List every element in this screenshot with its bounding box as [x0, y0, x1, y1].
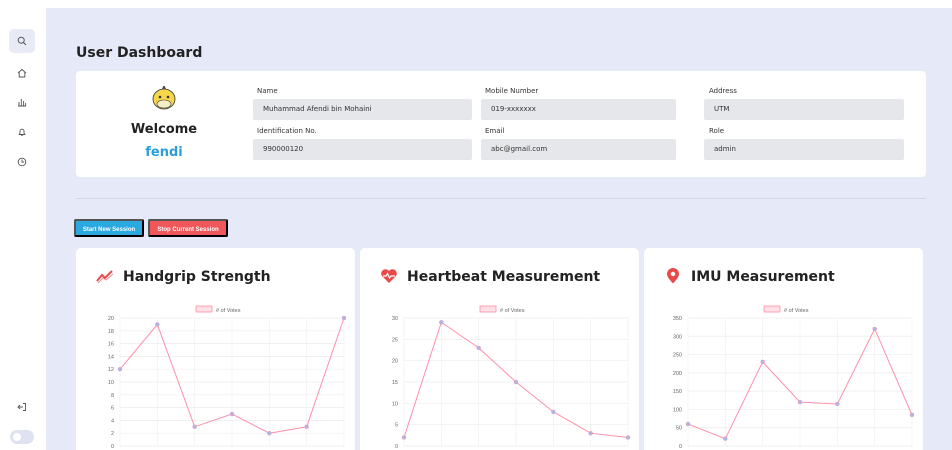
name-label: Name — [257, 87, 278, 95]
clock-icon[interactable] — [9, 150, 35, 174]
data-point — [155, 322, 160, 327]
name-field: Muhammad Afendi bin Mohaini — [253, 99, 472, 120]
stop-session-button[interactable]: Stop Current Session — [148, 219, 228, 237]
legend-label: # of Votes — [500, 308, 525, 314]
data-point — [192, 424, 197, 430]
data-point — [909, 412, 915, 418]
legend-swatch — [763, 305, 781, 313]
divider — [76, 198, 926, 199]
mobile-label: Mobile Number — [485, 87, 539, 95]
y-tick-label: 15 — [392, 380, 398, 386]
legend-label: # of Votes — [784, 308, 809, 314]
y-tick-label: 16 — [108, 342, 114, 348]
y-tick-label: 12 — [108, 367, 114, 373]
address-label: Address — [709, 87, 737, 95]
y-tick-label: 6 — [111, 406, 114, 412]
data-point — [723, 436, 728, 441]
heartbeat-chart: # of Votes051015202530MondayTuesdayWedne… — [392, 305, 631, 450]
bar-chart-icon[interactable] — [9, 90, 35, 114]
identification-label: Identification No. — [257, 127, 317, 135]
y-tick-label: 0 — [395, 444, 398, 450]
theme-toggle[interactable] — [10, 430, 34, 444]
handgrip-chart-card: Handgrip Strength # of Votes 0 2 4 6 8 10 12 14 1… — [76, 248, 355, 450]
role-field: admin — [704, 139, 904, 160]
y-tick-label: 20 — [108, 316, 114, 322]
y-tick-label: 350 — [673, 316, 682, 322]
legend-label: # of Votes — [216, 308, 241, 314]
email-label: Email — [485, 127, 505, 135]
sidebar — [0, 0, 46, 450]
logout-icon[interactable] — [9, 395, 35, 419]
mobile-field: 019-xxxxxxx — [481, 99, 676, 120]
y-tick-label: 200 — [673, 371, 682, 377]
page-title: User Dashboard — [76, 45, 203, 61]
search-icon[interactable] — [9, 29, 35, 53]
avatar — [150, 84, 178, 112]
y-tick-label: 18 — [108, 329, 114, 335]
y-tick-label: 4 — [111, 418, 114, 424]
y-tick-label: 10 — [392, 401, 398, 407]
address-field: UTM — [704, 99, 904, 120]
data-point — [551, 409, 556, 415]
data-point — [341, 315, 347, 321]
heartbeat-chart-card: Heartbeat Measurement # of Votes 0 5 10 15 20… — [360, 248, 639, 450]
legend-swatch — [479, 305, 497, 313]
data-point — [872, 326, 877, 332]
username: fendi — [145, 145, 183, 160]
y-tick-label: 25 — [392, 337, 398, 343]
profile-card: Welcome fendi Name Muhammad Afendi bin M… — [76, 71, 926, 177]
data-point — [304, 424, 309, 430]
y-tick-label: 30 — [392, 316, 398, 322]
data-point — [625, 435, 631, 440]
handgrip-chart: # of Votes02468101214161820MondayTuesday… — [108, 305, 347, 450]
y-tick-label: 14 — [108, 354, 114, 360]
home-icon[interactable] — [9, 61, 35, 85]
role-label: Role — [709, 127, 725, 135]
welcome-text: Welcome — [130, 122, 198, 137]
data-point — [267, 430, 272, 436]
y-tick-label: 0 — [111, 444, 114, 450]
data-point — [588, 430, 593, 436]
y-tick-label: 50 — [676, 426, 682, 432]
data-point — [797, 399, 803, 405]
data-point — [439, 320, 444, 325]
identification-field: 990000120 — [253, 139, 472, 160]
legend-swatch — [195, 305, 213, 313]
y-tick-label: 20 — [392, 359, 398, 365]
y-tick-label: 5 — [395, 423, 398, 429]
data-point — [685, 421, 691, 427]
main-content: User Dashboard Welcome fendi Name Muhamm… — [46, 8, 952, 450]
y-tick-label: 0 — [679, 444, 682, 450]
y-tick-label: 300 — [673, 334, 682, 340]
data-point — [835, 401, 840, 407]
imu-chart: # of Votes050100150200250300350MondayTue… — [673, 305, 915, 450]
y-tick-label: 8 — [111, 393, 114, 399]
email-field: abc@gmail.com — [481, 139, 676, 160]
data-point — [117, 366, 123, 372]
data-point — [760, 359, 765, 365]
y-tick-label: 100 — [673, 407, 682, 413]
y-tick-label: 250 — [673, 353, 682, 359]
imu-chart-card: IMU Measurement # of Votes 0 50 100 150 200 25… — [644, 248, 923, 450]
start-session-button[interactable]: Start New Session — [74, 219, 144, 237]
y-tick-label: 2 — [111, 431, 114, 437]
data-point — [513, 379, 519, 385]
toggle-knob — [13, 433, 21, 441]
bell-icon[interactable] — [9, 120, 35, 144]
y-tick-label: 150 — [673, 389, 682, 395]
data-point — [229, 411, 235, 417]
data-point — [401, 435, 407, 440]
data-point — [476, 345, 481, 351]
y-tick-label: 10 — [108, 380, 114, 386]
